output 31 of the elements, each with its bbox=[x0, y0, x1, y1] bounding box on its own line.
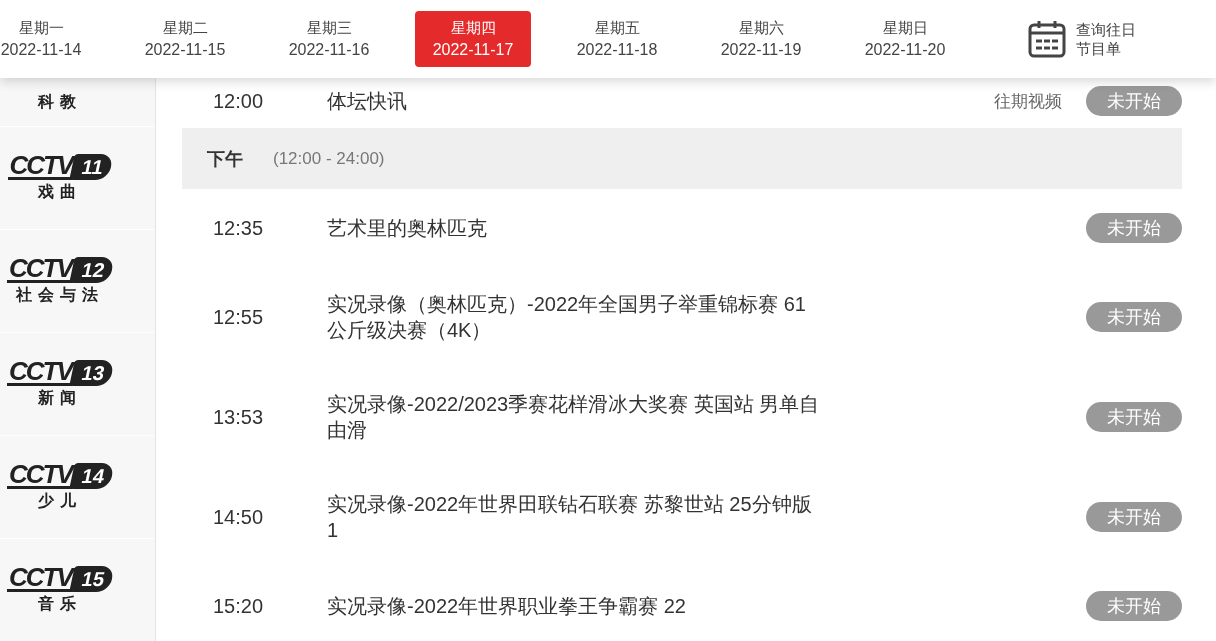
calendar-icon[interactable] bbox=[1028, 20, 1066, 58]
program-time: 12:35 bbox=[212, 216, 265, 240]
program-title: 艺术里的奥林匹克 bbox=[327, 216, 488, 241]
program-title: 体坛快讯 bbox=[327, 89, 408, 114]
program-time: 12:00 bbox=[212, 89, 265, 113]
channel-name: 少儿 bbox=[37, 491, 82, 511]
program-time: 13:53 bbox=[212, 405, 265, 429]
period-range: (12:00 - 24:00) bbox=[273, 148, 385, 169]
day-tab[interactable]: 星期三 2022-11-16 bbox=[271, 11, 387, 67]
history-schedule-link[interactable]: 查询往日节目单 bbox=[1076, 20, 1139, 58]
channel-name: 科教 bbox=[37, 91, 82, 112]
program-title: 实况录像-2022年世界田联钻石联赛 苏黎世站 25分钟版 1 bbox=[327, 492, 813, 543]
period-label: 下午 bbox=[207, 147, 243, 171]
channel-name: 新闻 bbox=[37, 388, 82, 408]
day-tab[interactable]: 星期日 2022-11-20 bbox=[847, 11, 963, 67]
channel-name: 社会与法 bbox=[15, 285, 104, 305]
day-tab[interactable]: 星期一 2022-11-14 bbox=[0, 11, 99, 67]
program-time: 12:55 bbox=[212, 305, 265, 329]
program-time: 15:20 bbox=[212, 594, 265, 618]
day-tab[interactable]: 星期四 2022-11-17 bbox=[415, 11, 531, 67]
program-title: 实况录像（奥林匹克）-2022年全国男子举重锦标赛 61公斤级决赛（4K） bbox=[327, 292, 807, 343]
program-time: 14:50 bbox=[212, 505, 265, 529]
day-tab[interactable]: 星期二 2022-11-15 bbox=[127, 11, 243, 67]
channel-item[interactable]: 科教 bbox=[0, 78, 155, 127]
replay-link[interactable]: 往期视频 bbox=[994, 89, 1062, 113]
day-tab[interactable]: 星期六 2022-11-19 bbox=[703, 11, 819, 67]
channel-name: 音乐 bbox=[37, 594, 82, 614]
program-title: 实况录像-2022年世界职业拳王争霸赛 22 bbox=[327, 594, 687, 619]
channel-name: 戏曲 bbox=[37, 182, 82, 202]
program-title: 实况录像-2022/2023季赛花样滑冰大奖赛 英国站 男单自由滑 bbox=[327, 392, 821, 443]
day-tab[interactable]: 星期五 2022-11-18 bbox=[559, 11, 675, 67]
